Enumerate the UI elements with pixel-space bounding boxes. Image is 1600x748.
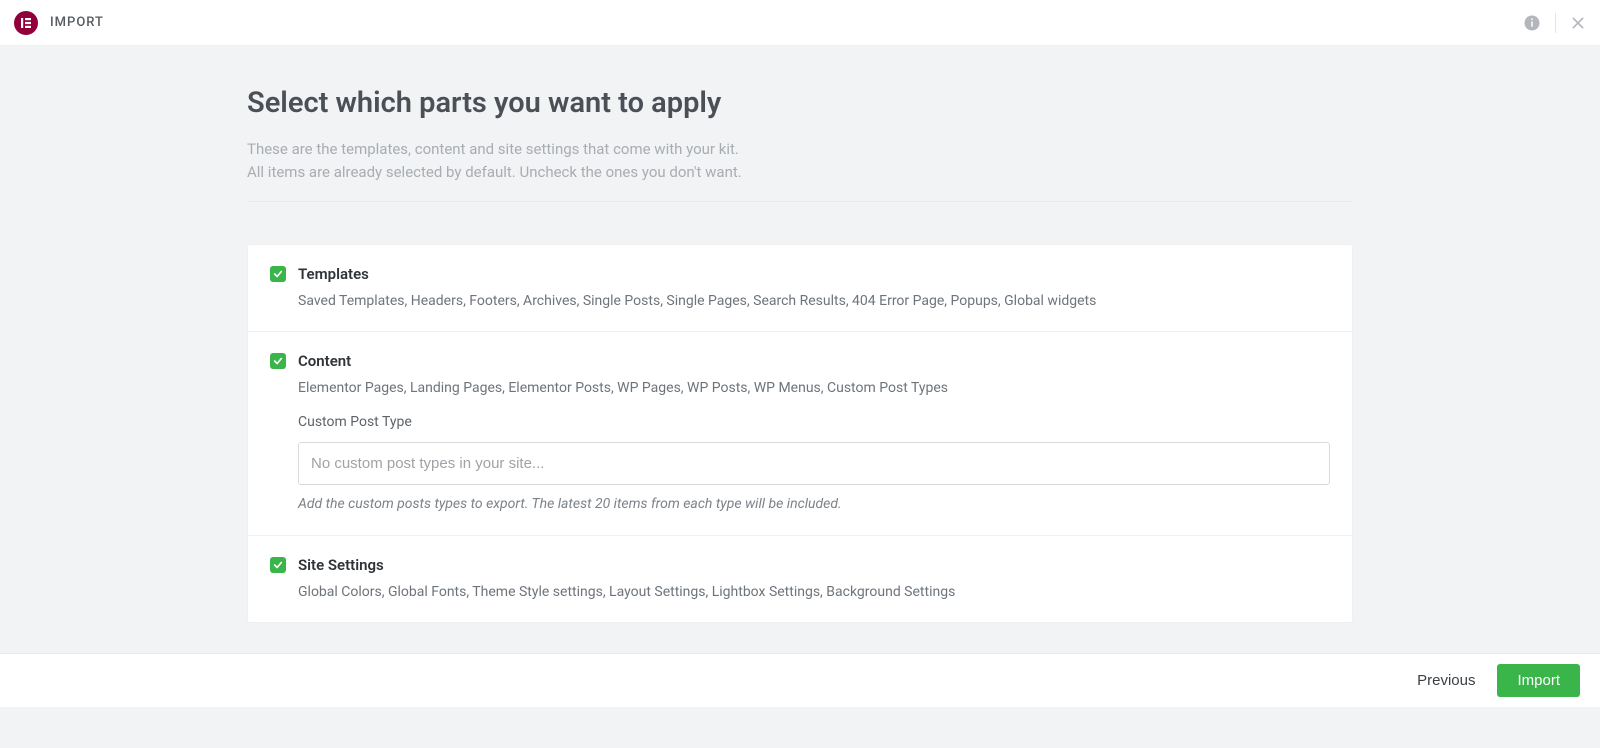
footer-bar: Previous Import (0, 653, 1600, 707)
import-button[interactable]: Import (1497, 664, 1580, 697)
section-desc-site-settings: Global Colors, Global Fonts, Theme Style… (298, 582, 1330, 602)
section-templates: Templates Saved Templates, Headers, Foot… (248, 245, 1352, 331)
section-head: Content (270, 352, 1330, 370)
section-body: Elementor Pages, Landing Pages, Elemento… (270, 378, 1330, 515)
content-wrapper: Select which parts you want to apply The… (247, 46, 1353, 653)
page-subtext-line-1: These are the templates, content and sit… (247, 140, 739, 158)
page-heading: Select which parts you want to apply (247, 86, 1353, 120)
brand-icon (14, 11, 38, 35)
section-body: Saved Templates, Headers, Footers, Archi… (270, 291, 1330, 311)
check-icon (273, 356, 283, 366)
info-icon[interactable] (1523, 14, 1541, 32)
section-body: Global Colors, Global Fonts, Theme Style… (270, 582, 1330, 602)
check-icon (273, 269, 283, 279)
close-icon[interactable] (1570, 15, 1586, 31)
section-title-templates: Templates (298, 265, 369, 283)
header-actions (1523, 13, 1586, 33)
section-head: Templates (270, 265, 1330, 283)
header-title: IMPORT (50, 15, 104, 30)
header-bar: IMPORT (0, 0, 1600, 46)
section-head: Site Settings (270, 556, 1330, 574)
header-divider (1555, 13, 1556, 33)
section-title-site-settings: Site Settings (298, 556, 384, 574)
section-content: Content Elementor Pages, Landing Pages, … (248, 331, 1352, 535)
checkbox-site-settings[interactable] (270, 557, 286, 573)
page-subtext-line-2: All items are already selected by defaul… (247, 163, 742, 181)
cpt-input[interactable] (298, 442, 1330, 485)
section-desc-content: Elementor Pages, Landing Pages, Elemento… (298, 378, 1330, 398)
checkbox-content[interactable] (270, 353, 286, 369)
page-subtext: These are the templates, content and sit… (247, 138, 1353, 202)
section-desc-templates: Saved Templates, Headers, Footers, Archi… (298, 291, 1330, 311)
cpt-label: Custom Post Type (298, 414, 1330, 430)
section-site-settings: Site Settings Global Colors, Global Font… (248, 535, 1352, 622)
elementor-logo-icon (19, 16, 33, 30)
section-title-content: Content (298, 352, 351, 370)
sections-card: Templates Saved Templates, Headers, Foot… (247, 244, 1353, 623)
cpt-help-text: Add the custom posts types to export. Th… (298, 495, 1330, 515)
checkbox-templates[interactable] (270, 266, 286, 282)
check-icon (273, 560, 283, 570)
previous-button[interactable]: Previous (1413, 664, 1479, 697)
